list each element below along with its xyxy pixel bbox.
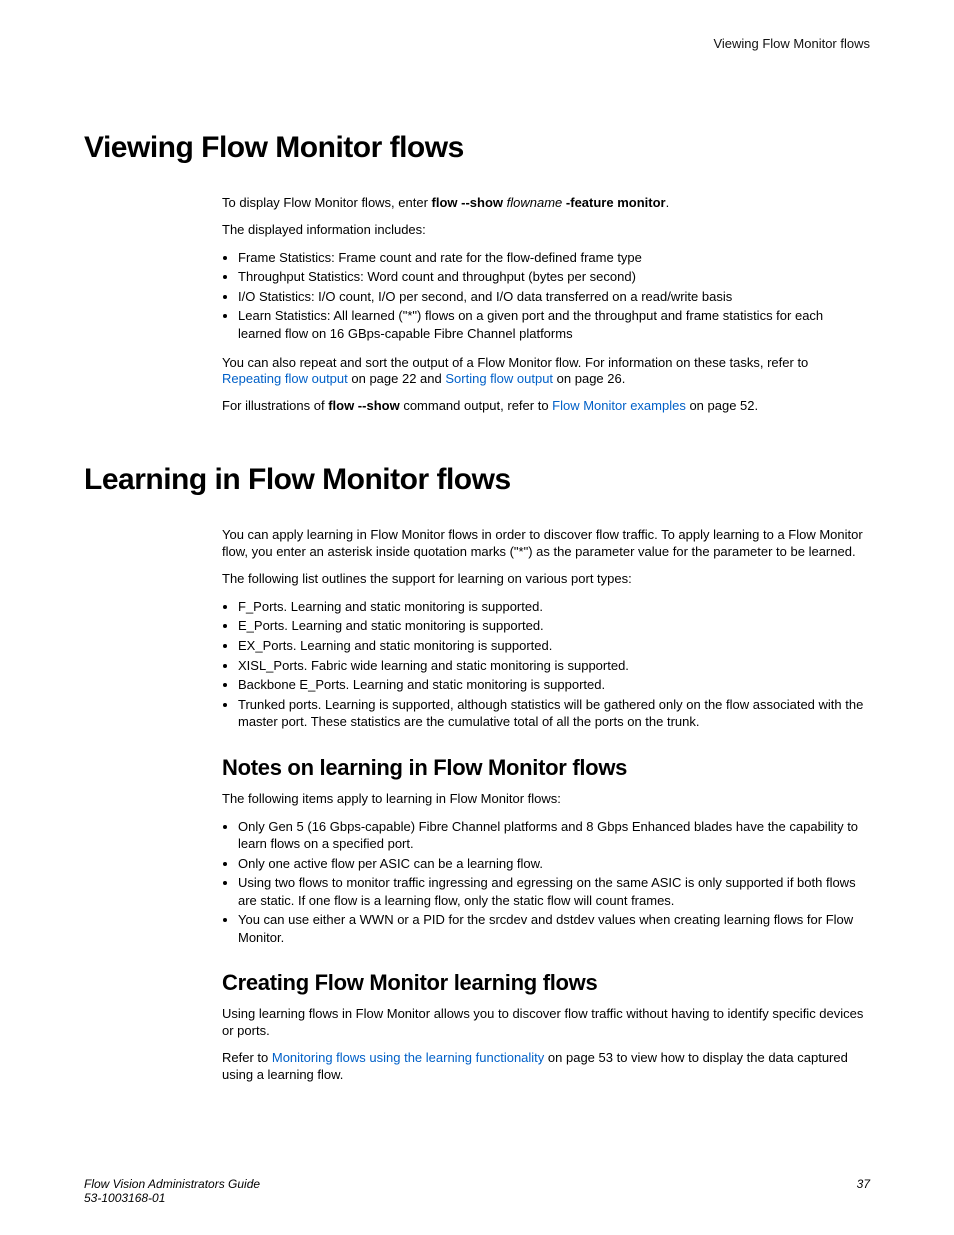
paragraph: Using learning flows in Flow Monitor all…	[222, 1006, 870, 1040]
paragraph: For illustrations of flow --show command…	[222, 398, 870, 415]
list-item: I/O Statistics: I/O count, I/O per secon…	[238, 288, 870, 306]
list-item: E_Ports. Learning and static monitoring …	[238, 617, 870, 635]
link-repeating-flow-output[interactable]: Repeating flow output	[222, 371, 348, 386]
paragraph: The following items apply to learning in…	[222, 791, 870, 808]
list-item: Using two flows to monitor traffic ingre…	[238, 874, 870, 909]
list-item: F_Ports. Learning and static monitoring …	[238, 598, 870, 616]
list-item: Only Gen 5 (16 Gbps-capable) Fibre Chann…	[238, 818, 870, 853]
bullet-list: F_Ports. Learning and static monitoring …	[222, 598, 870, 731]
list-item: Trunked ports. Learning is supported, al…	[238, 696, 870, 731]
heading-learning-flows: Learning in Flow Monitor flows	[84, 463, 870, 497]
running-header: Viewing Flow Monitor flows	[84, 36, 870, 51]
bullet-list: Only Gen 5 (16 Gbps-capable) Fibre Chann…	[222, 818, 870, 947]
list-item: XISL_Ports. Fabric wide learning and sta…	[238, 657, 870, 675]
bullet-list: Frame Statistics: Frame count and rate f…	[222, 249, 870, 343]
paragraph: The displayed information includes:	[222, 222, 870, 239]
list-item: Learn Statistics: All learned ("*") flow…	[238, 307, 870, 342]
link-sorting-flow-output[interactable]: Sorting flow output	[445, 371, 553, 386]
list-item: Backbone E_Ports. Learning and static mo…	[238, 676, 870, 694]
paragraph: You can apply learning in Flow Monitor f…	[222, 527, 870, 561]
footer-title: Flow Vision Administrators Guide	[84, 1177, 260, 1191]
link-flow-monitor-examples[interactable]: Flow Monitor examples	[552, 398, 686, 413]
paragraph: Refer to Monitoring flows using the lear…	[222, 1050, 870, 1084]
subheading-notes-learning: Notes on learning in Flow Monitor flows	[222, 755, 870, 781]
page-number: 37	[857, 1177, 870, 1205]
list-item: You can use either a WWN or a PID for th…	[238, 911, 870, 946]
page-footer: Flow Vision Administrators Guide 53-1003…	[84, 1177, 870, 1205]
paragraph: You can also repeat and sort the output …	[222, 355, 870, 389]
paragraph: To display Flow Monitor flows, enter flo…	[222, 195, 870, 212]
list-item: Frame Statistics: Frame count and rate f…	[238, 249, 870, 267]
heading-viewing-flows: Viewing Flow Monitor flows	[84, 131, 870, 165]
list-item: Throughput Statistics: Word count and th…	[238, 268, 870, 286]
link-monitoring-learning[interactable]: Monitoring flows using the learning func…	[272, 1050, 544, 1065]
footer-docnum: 53-1003168-01	[84, 1191, 165, 1205]
list-item: EX_Ports. Learning and static monitoring…	[238, 637, 870, 655]
paragraph: The following list outlines the support …	[222, 571, 870, 588]
list-item: Only one active flow per ASIC can be a l…	[238, 855, 870, 873]
subheading-creating-learning-flows: Creating Flow Monitor learning flows	[222, 970, 870, 996]
